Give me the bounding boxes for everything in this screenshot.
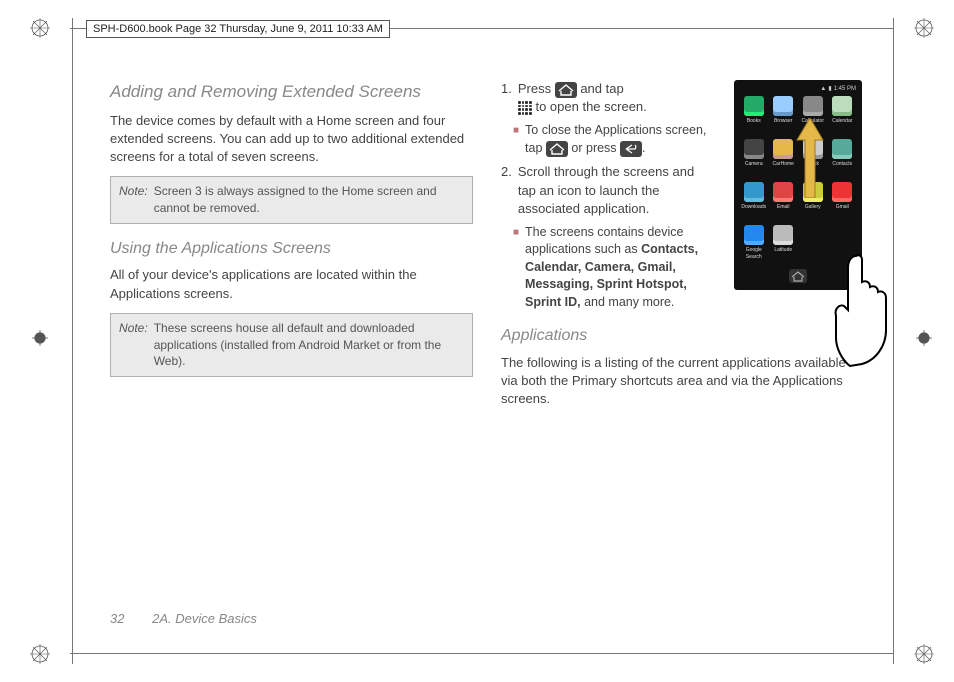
app-label: Google Search [740, 247, 768, 261]
app-label: Browser [774, 118, 792, 125]
app-icon [744, 225, 764, 245]
crop-line [70, 653, 894, 654]
app-icon [832, 96, 852, 116]
step-number: 2. [501, 163, 512, 218]
signal-icon: ▲ [820, 85, 826, 93]
step-2: 2. Scroll through the screens and tap an… [501, 163, 711, 218]
phone-illustration: ▲ ▮ 1:45 PM BooksBrowserCalculatorCalend… [734, 80, 874, 290]
app-cell: Gmail [829, 182, 857, 221]
app-icon [773, 225, 793, 245]
step-text: to open the screen. [535, 99, 646, 114]
registration-mark-icon [914, 18, 934, 38]
apps-grid-icon [518, 101, 532, 115]
app-cell: Browser [770, 96, 798, 135]
battery-icon: ▮ [828, 85, 831, 93]
step-text: and tap [580, 81, 623, 96]
bullet-icon: ■ [513, 224, 519, 312]
home-dock-icon [789, 269, 807, 283]
home-key-icon [546, 141, 568, 157]
body-text: The following is a listing of the curren… [501, 354, 864, 409]
app-icon [803, 225, 823, 245]
registration-mark-icon [914, 644, 934, 664]
app-icon [773, 182, 793, 202]
page-content: Adding and Removing Extended Screens The… [110, 80, 864, 592]
app-label: CarHome [773, 161, 794, 168]
step-text: Scroll through the screens and tap an ic… [518, 163, 711, 218]
app-icon [744, 96, 764, 116]
app-cell: Calendar [829, 96, 857, 135]
app-label: Gallery [805, 204, 821, 211]
left-column: Adding and Removing Extended Screens The… [110, 80, 473, 592]
crop-circle-icon [916, 330, 932, 346]
substep: ■ To close the Applications screen, tap … [513, 122, 711, 157]
app-icon [744, 139, 764, 159]
back-key-icon [620, 141, 642, 157]
heading-adding-removing: Adding and Removing Extended Screens [110, 80, 473, 104]
app-icon [744, 182, 764, 202]
app-cell: CarHome [770, 139, 798, 178]
status-bar: ▲ ▮ 1:45 PM [738, 84, 858, 94]
app-label: Camera [745, 161, 763, 168]
body-text: The device comes by default with a Home … [110, 112, 473, 167]
app-cell: Contacts [829, 139, 857, 178]
home-key-icon [555, 82, 577, 98]
app-cell: Downloads [740, 182, 768, 221]
registration-mark-icon [30, 18, 50, 38]
app-label: Contacts [832, 161, 852, 168]
crop-line [72, 18, 73, 664]
note-text: These screens house all default and down… [154, 320, 464, 370]
app-cell [799, 225, 827, 264]
app-label: Books [747, 118, 761, 125]
bullet-icon: ■ [513, 122, 519, 157]
step-number: 1. [501, 80, 512, 116]
app-label: Gmail [836, 204, 849, 211]
heading-applications: Applications [501, 325, 864, 347]
body-text: All of your device's applications are lo… [110, 266, 473, 302]
app-cell: Google Search [740, 225, 768, 264]
page-footer: 32 2A. Device Basics [110, 611, 257, 626]
substep-text: or press [571, 141, 616, 155]
page-number: 32 [110, 611, 124, 626]
note-box: Note: Screen 3 is always assigned to the… [110, 176, 473, 224]
app-cell: Books [740, 96, 768, 135]
heading-apps-screens: Using the Applications Screens [110, 238, 473, 260]
registration-mark-icon [30, 644, 50, 664]
app-cell: Latitude [770, 225, 798, 264]
app-icon [773, 96, 793, 116]
substep: ■ The screens contains device applicatio… [513, 224, 711, 312]
step-text: Press [518, 81, 551, 96]
app-icon [832, 139, 852, 159]
note-label: Note: [119, 320, 148, 370]
app-icon [832, 182, 852, 202]
app-label: Calendar [832, 118, 852, 125]
steps-list: 1. Press and tap to open the screen. ■ T… [501, 80, 711, 311]
crop-circle-icon [32, 330, 48, 346]
app-label: Latitude [774, 247, 792, 254]
note-label: Note: [119, 183, 148, 217]
right-column: 1. Press and tap to open the screen. ■ T… [501, 80, 864, 592]
section-title: 2A. Device Basics [152, 611, 257, 626]
app-cell: Camera [740, 139, 768, 178]
header-meta: SPH-D600.book Page 32 Thursday, June 9, … [86, 20, 390, 38]
app-grid: BooksBrowserCalculatorCalendarCameraCarH… [738, 94, 858, 266]
pointer-hand-icon [826, 248, 896, 368]
step-1: 1. Press and tap to open the screen. [501, 80, 711, 116]
app-label: Email [777, 204, 790, 211]
clock-time: 1:45 PM [834, 85, 856, 93]
app-icon [803, 96, 823, 116]
note-box: Note: These screens house all default an… [110, 313, 473, 377]
note-text: Screen 3 is always assigned to the Home … [154, 183, 464, 217]
app-icon [832, 225, 852, 245]
app-icon [773, 139, 793, 159]
app-cell: Email [770, 182, 798, 221]
app-label: Downloads [741, 204, 766, 211]
substep-text: and many more. [581, 295, 675, 309]
